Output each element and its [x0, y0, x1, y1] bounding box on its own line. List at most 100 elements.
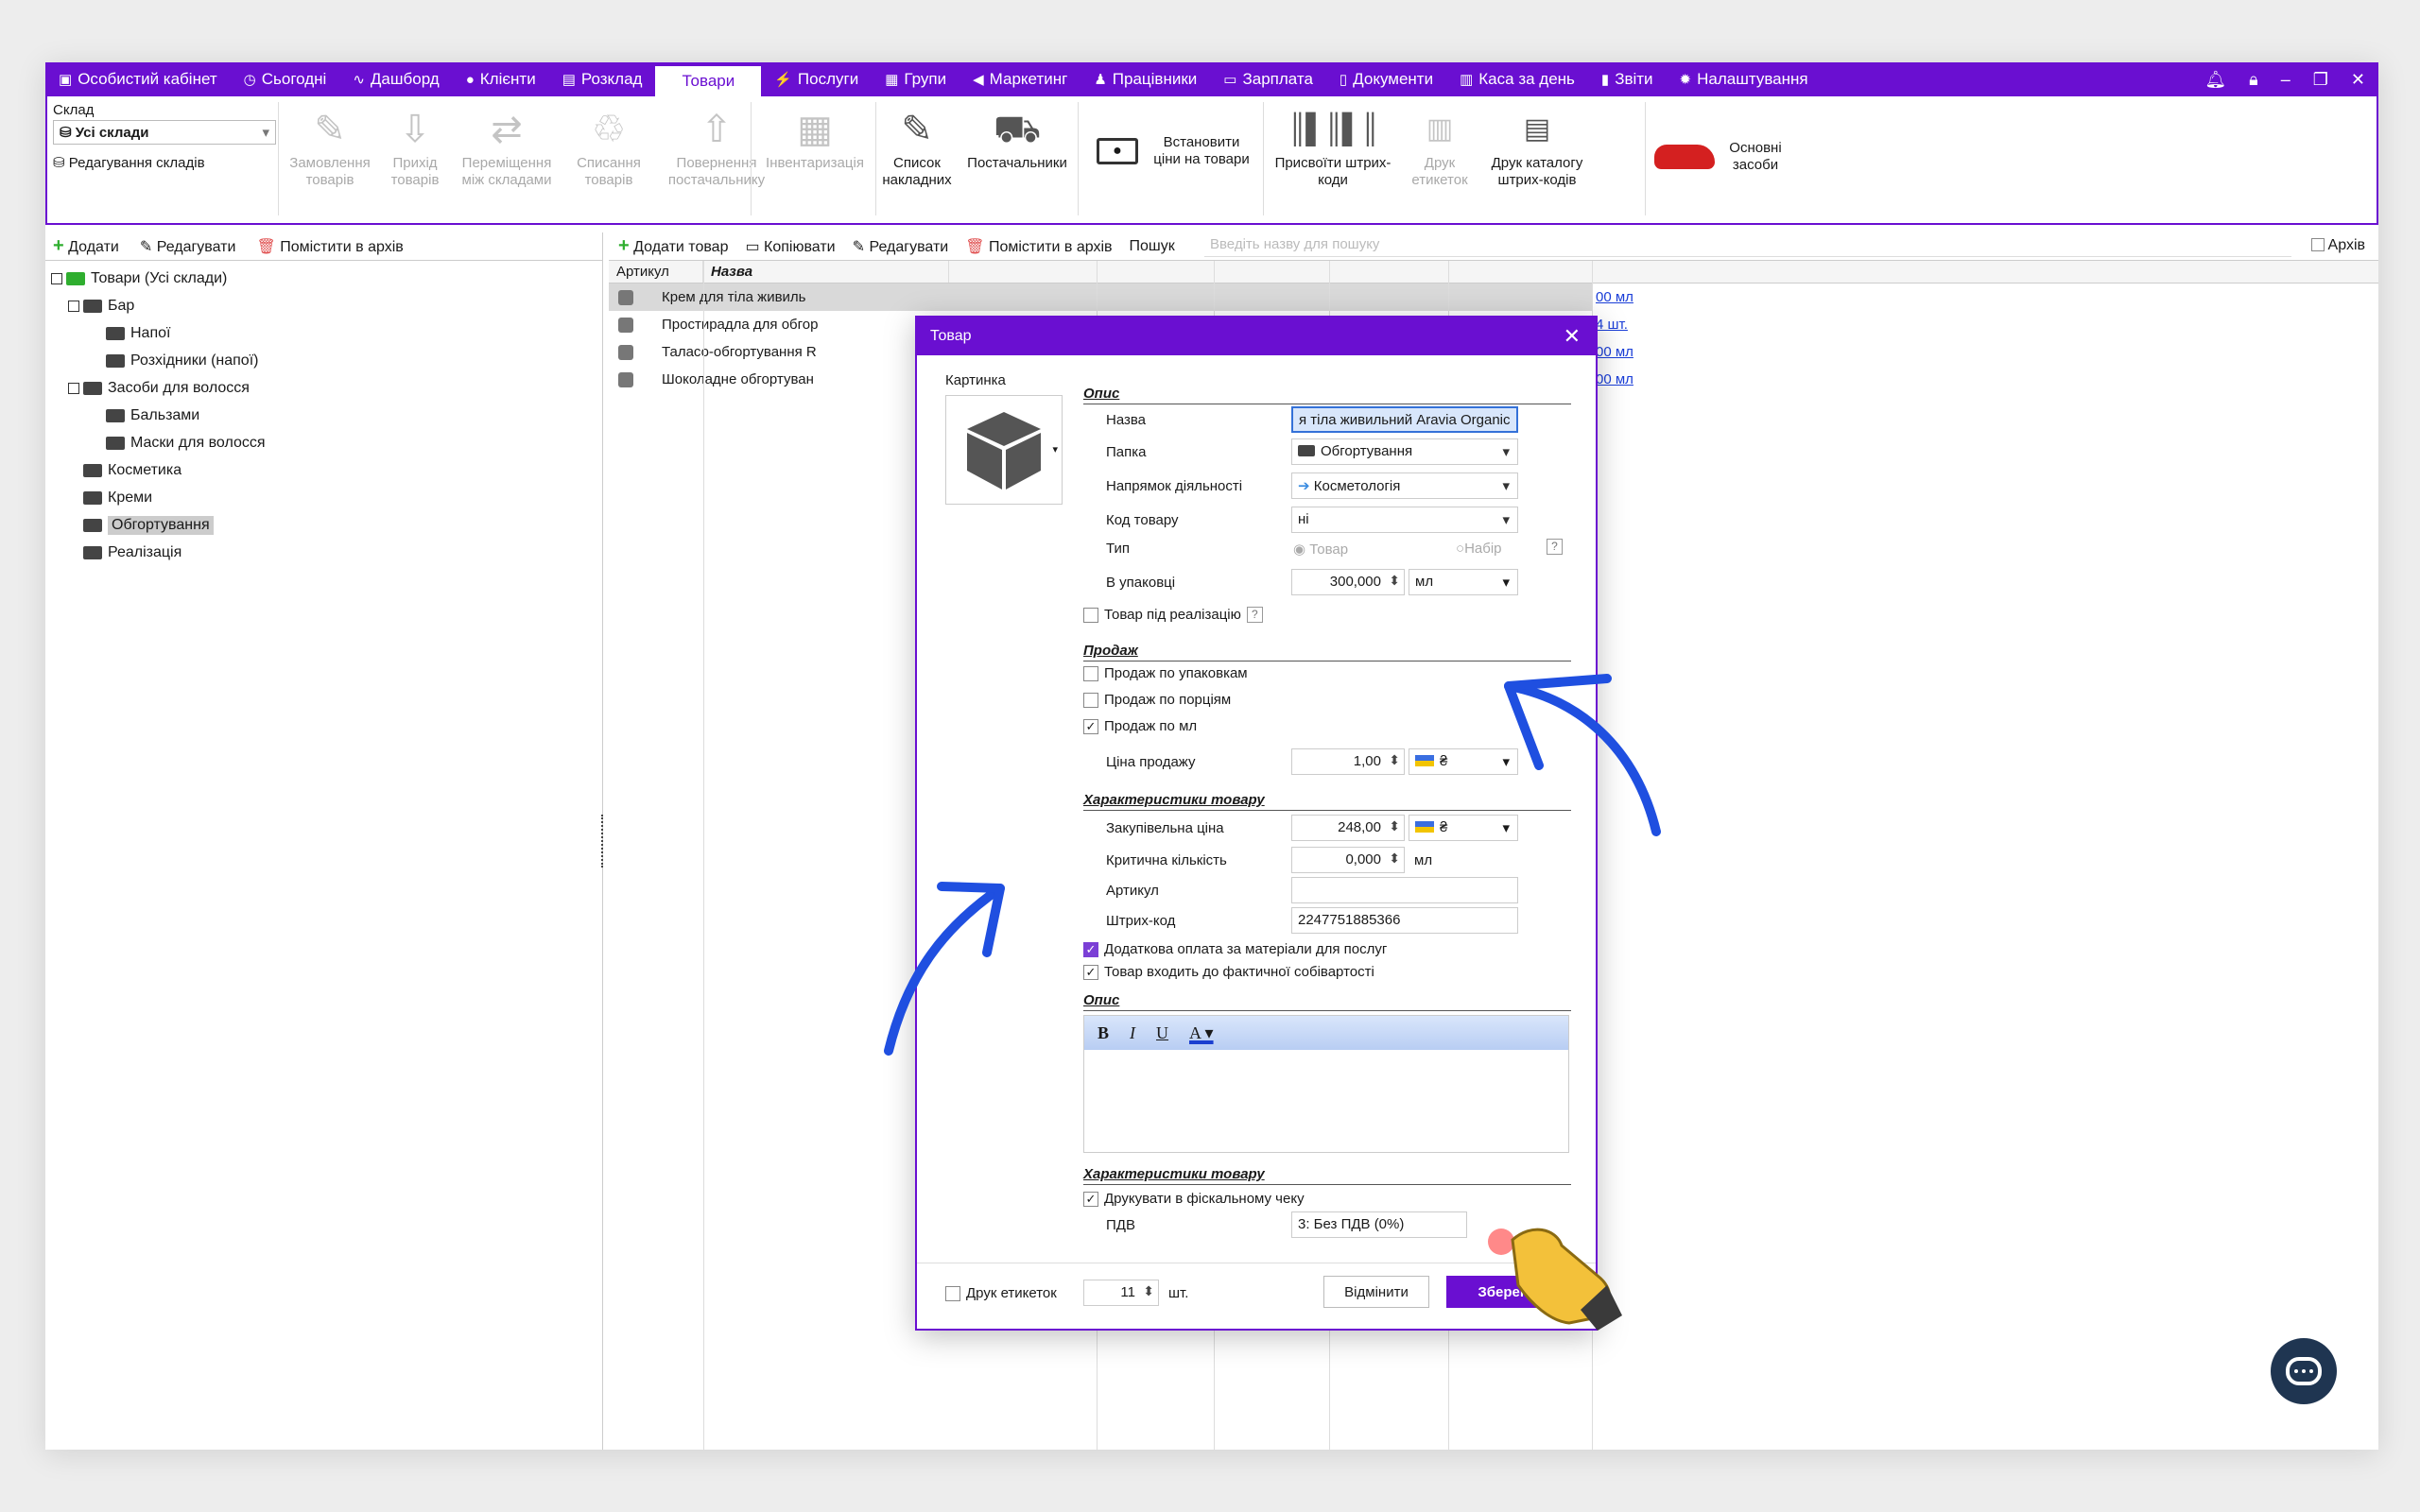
close-icon[interactable]: ✕	[1564, 324, 1581, 349]
chat-button[interactable]	[2271, 1338, 2337, 1404]
tree-node-creams[interactable]: Креми	[51, 484, 602, 511]
extra-payment-checkbox[interactable]: ✓ Додаткова оплата за матеріали для послу…	[1083, 941, 1387, 957]
tree-node-balms[interactable]: Бальзами	[51, 402, 602, 429]
bell-icon[interactable]: 🔔︎	[2204, 70, 2226, 90]
nav-settings[interactable]: ✹ Налаштування	[1667, 62, 1822, 96]
collapse-icon[interactable]	[68, 382, 79, 394]
edit-product-button[interactable]: ✎ Редагувати	[853, 237, 949, 256]
warehouse-select[interactable]: ⛁ Усі склади	[53, 120, 276, 145]
critical-qty-input[interactable]: 0,000	[1291, 847, 1405, 873]
vat-select[interactable]: 3: Без ПДВ (0%)	[1291, 1211, 1467, 1238]
realization-checkbox[interactable]: Товар під реалізацію?	[1083, 607, 1263, 623]
fiscal-checkbox[interactable]: ✓ Друкувати в фіскальному чеку	[1083, 1191, 1305, 1207]
archive-category-button[interactable]: 🗑︎ Помістити в архів	[256, 237, 403, 256]
tree-node-hair[interactable]: Засоби для волосся	[51, 374, 602, 402]
restore-icon[interactable]: ❐	[2313, 70, 2328, 90]
in-cost-checkbox[interactable]: ✓ Товар входить до фактичної собівартості	[1083, 964, 1374, 980]
labels-count-input[interactable]: 11	[1083, 1280, 1159, 1306]
qty-link[interactable]: 00 мл	[1596, 289, 1634, 305]
close-icon[interactable]: ✕	[2351, 70, 2365, 90]
tree-node-bar[interactable]: Бар	[51, 292, 602, 319]
tree-node-cosmetics[interactable]: Косметика	[51, 456, 602, 484]
column-name[interactable]: Назва	[703, 261, 949, 283]
set-prices-button[interactable]: ● Встановити ціни на товари	[1097, 134, 1253, 168]
splitter-handle[interactable]	[601, 815, 605, 868]
nav-clients[interactable]: ● Клієнти	[453, 62, 549, 96]
suppliers-button[interactable]: ⛟ Постачальники	[960, 96, 1074, 172]
print-catalog-button[interactable]: ▤ Друк каталогу штрих-кодів	[1484, 96, 1590, 189]
lock-icon[interactable]: 🔒︎	[2249, 70, 2258, 90]
collapse-icon[interactable]	[68, 300, 79, 312]
underline-icon[interactable]: U	[1156, 1023, 1168, 1043]
cancel-button[interactable]: Відмінити	[1323, 1276, 1429, 1308]
italic-icon[interactable]: I	[1130, 1023, 1135, 1043]
column-article[interactable]: Артикул	[609, 261, 703, 283]
picture-box[interactable]: ▾	[945, 395, 1063, 505]
print-labels-button[interactable]: ▥ Друк етикеток	[1407, 96, 1473, 189]
code-select[interactable]: ні	[1291, 507, 1518, 533]
nav-schedule[interactable]: ▤ Розклад	[549, 62, 656, 96]
font-color-icon[interactable]: A ▾	[1189, 1023, 1214, 1043]
move-button[interactable]: ⇄ Переміщення між складами	[456, 96, 558, 189]
tree-node-masks[interactable]: Маски для волосся	[51, 429, 602, 456]
purchase-currency-select[interactable]: ₴	[1409, 815, 1518, 841]
bold-icon[interactable]: B	[1098, 1023, 1109, 1043]
search-input[interactable]: Введіть назву для пошуку	[1204, 234, 2291, 257]
save-button[interactable]: Зберегти	[1446, 1276, 1573, 1308]
print-labels-checkbox[interactable]: Друк етикеток	[945, 1285, 1057, 1301]
sale-price-input[interactable]: 1,00	[1291, 748, 1405, 775]
nav-products[interactable]: Товари	[655, 66, 762, 96]
minimize-icon[interactable]: –	[2281, 70, 2290, 90]
type-set-radio[interactable]: ○Набір	[1456, 541, 1502, 557]
inventory-button[interactable]: ▦ Інвентаризація	[758, 96, 872, 172]
tree-node-root[interactable]: Товари (Усі склади)	[51, 265, 602, 292]
writeoff-button[interactable]: ♲ Списання товарів	[571, 96, 647, 189]
edit-warehouses-button[interactable]: ⛁ Редагування складів	[53, 154, 280, 171]
type-product-radio[interactable]: ◉ Товар	[1293, 541, 1348, 558]
archive-product-button[interactable]: 🗑︎ Помістити в архів	[965, 237, 1112, 256]
sale-by-ml-checkbox[interactable]: ✓ Продаж по мл	[1083, 718, 1197, 734]
direction-select[interactable]: ➔ Косметологія	[1291, 472, 1518, 499]
sale-currency-select[interactable]: ₴	[1409, 748, 1518, 775]
help-icon[interactable]: ?	[1246, 607, 1263, 623]
nav-employees[interactable]: ♟ Працівники	[1080, 62, 1210, 96]
nav-cash[interactable]: ▥ Каса за день	[1446, 62, 1588, 96]
pack-unit-select[interactable]: мл	[1409, 569, 1518, 595]
add-product-button[interactable]: + Додати товар	[618, 235, 728, 257]
order-products-button[interactable]: ✎ Замовлення товарів	[285, 96, 374, 189]
folder-select[interactable]: Обгортування	[1291, 438, 1518, 465]
tree-node-drinks[interactable]: Напої	[51, 319, 602, 347]
nav-services[interactable]: ⚡ Послуги	[761, 62, 872, 96]
nav-salary[interactable]: ▭ Зарплата	[1210, 62, 1326, 96]
receipt-button[interactable]: ⇩ Прихід товарів	[388, 96, 442, 189]
article-input[interactable]	[1291, 877, 1518, 903]
return-supplier-button[interactable]: ⇧ Повернення постачальнику	[660, 96, 773, 189]
tree-node-drinks-supplies[interactable]: Розхідники (напої)	[51, 347, 602, 374]
nav-cabinet[interactable]: ▣ Особистий кабінет	[45, 62, 231, 96]
qty-link[interactable]: 00 мл	[1596, 344, 1634, 360]
qty-link[interactable]: 4 шт.	[1596, 317, 1628, 333]
chevron-down-icon[interactable]: ▾	[1052, 443, 1058, 455]
help-icon[interactable]: ?	[1547, 539, 1563, 555]
fixed-assets-button[interactable]: Основні засоби	[1654, 140, 1789, 174]
tree-node-wraps[interactable]: Обгортування	[51, 511, 602, 539]
nav-documents[interactable]: ▯ Документи	[1326, 62, 1446, 96]
nav-marketing[interactable]: ◀ Маркетинг	[959, 62, 1080, 96]
nav-dashboard[interactable]: ∿ Дашборд	[339, 62, 452, 96]
purchase-price-input[interactable]: 248,00	[1291, 815, 1405, 841]
nav-today[interactable]: ◷ Сьогодні	[231, 62, 340, 96]
table-row[interactable]: Крем для тіла живиль 00 мл	[609, 284, 1634, 311]
invoices-list-button[interactable]: ✎ Список накладних	[882, 96, 951, 189]
copy-button[interactable]: ▭ Копіювати	[745, 237, 835, 256]
assign-barcodes-button[interactable]: ║▌║▌║ Присвоїти штрих-коди	[1270, 96, 1395, 189]
barcode-input[interactable]: 2247751885366	[1291, 907, 1518, 934]
nav-groups[interactable]: ▦ Групи	[872, 62, 959, 96]
archive-checkbox[interactable]: Архів	[2310, 237, 2365, 254]
tree-node-realization[interactable]: Реалізація	[51, 539, 602, 566]
sale-by-pack-checkbox[interactable]: Продаж по упаковкам	[1083, 665, 1248, 681]
nav-reports[interactable]: ▮ Звіти	[1588, 62, 1667, 96]
qty-link[interactable]: 00 мл	[1596, 371, 1634, 387]
description-editor[interactable]: B I U A ▾	[1083, 1015, 1569, 1153]
pack-quantity-input[interactable]: 300,000	[1291, 569, 1405, 595]
name-input[interactable]: я тіла живильний Aravia Organic	[1291, 406, 1518, 433]
